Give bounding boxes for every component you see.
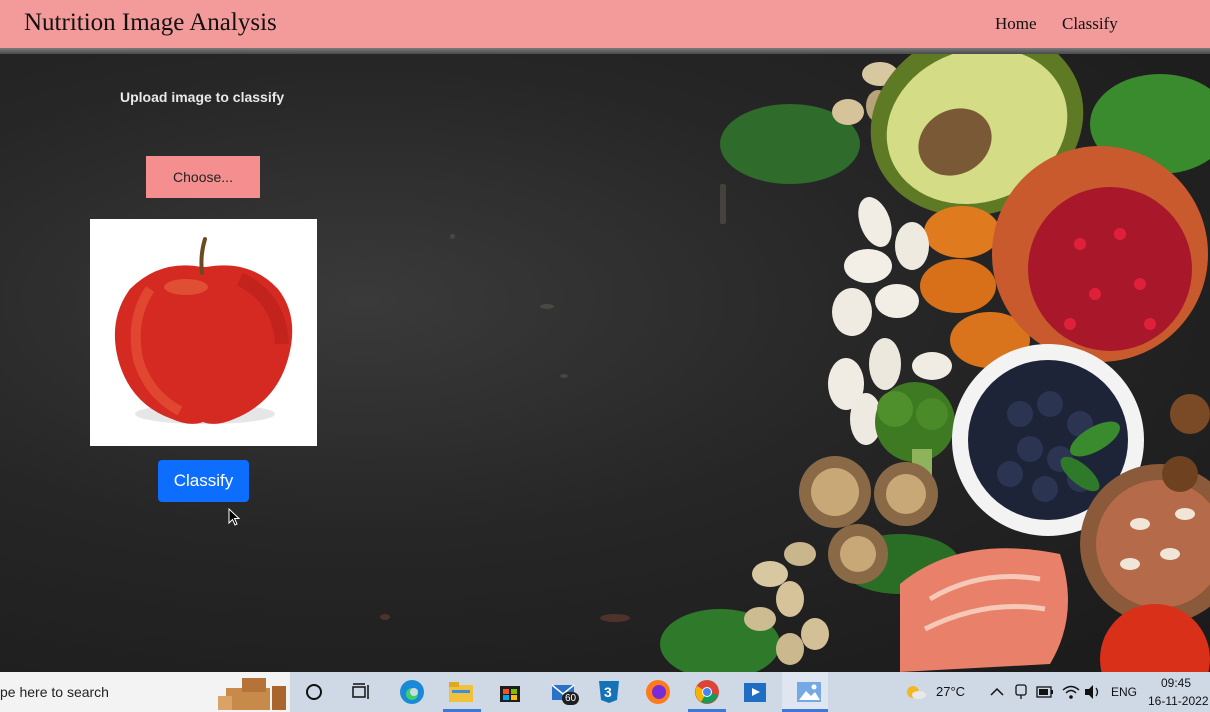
nav-home-link[interactable]: Home bbox=[995, 14, 1037, 34]
pistachio bbox=[776, 581, 804, 617]
dried-apricot bbox=[920, 259, 996, 313]
white-bean bbox=[844, 249, 892, 283]
pistachio bbox=[744, 607, 776, 631]
chevron-up-icon[interactable] bbox=[990, 687, 1004, 697]
weather-temperature[interactable]: 27°C bbox=[936, 684, 965, 699]
wifi-icon[interactable] bbox=[1062, 684, 1080, 700]
language-indicator[interactable]: ENG bbox=[1111, 685, 1137, 699]
dried-apricot bbox=[924, 206, 1000, 258]
white-bean bbox=[858, 197, 892, 247]
weather-icon[interactable] bbox=[905, 683, 927, 701]
volume-icon[interactable] bbox=[1084, 684, 1102, 700]
upload-heading: Upload image to classify bbox=[120, 89, 285, 105]
pistachio bbox=[776, 633, 804, 665]
apple-image bbox=[114, 237, 293, 424]
pistachio bbox=[832, 99, 864, 125]
pistachio bbox=[784, 542, 816, 566]
mail-icon[interactable]: 60 bbox=[546, 678, 582, 706]
nav-classify-link[interactable]: Classify bbox=[1062, 14, 1118, 34]
app-title: Nutrition Image Analysis bbox=[24, 9, 277, 36]
white-bean bbox=[875, 284, 919, 318]
mail-badge: 60 bbox=[562, 692, 580, 705]
white-bean bbox=[832, 288, 872, 336]
mouse-cursor-icon bbox=[228, 508, 240, 526]
edge-browser-icon[interactable] bbox=[398, 678, 426, 706]
white-bean bbox=[912, 352, 952, 380]
clock-time[interactable]: 09:45 bbox=[1161, 676, 1191, 690]
pistachio bbox=[801, 618, 829, 650]
white-bean bbox=[895, 222, 929, 270]
pistachio bbox=[752, 561, 788, 587]
search-highlight-icon bbox=[218, 678, 286, 710]
choose-file-button[interactable]: Choose... bbox=[146, 156, 260, 198]
white-bean bbox=[869, 338, 901, 390]
file-explorer-icon[interactable] bbox=[447, 678, 475, 706]
classify-button[interactable]: Classify bbox=[158, 460, 249, 502]
chrome-icon[interactable] bbox=[693, 678, 721, 706]
video-editor-icon[interactable] bbox=[742, 678, 770, 706]
clock-date[interactable]: 16-11-2022 bbox=[1148, 694, 1209, 708]
search-placeholder: pe here to search bbox=[0, 684, 109, 700]
svg-text:3: 3 bbox=[604, 684, 612, 700]
task-view-icon[interactable] bbox=[348, 678, 376, 706]
meet-now-icon[interactable] bbox=[1014, 684, 1028, 700]
windows-taskbar: pe here to search 60 3 27°C ENG 09:45 16… bbox=[0, 672, 1210, 712]
taskbar-search-box[interactable]: pe here to search bbox=[0, 672, 290, 712]
top-navbar: Nutrition Image Analysis Home Classify bbox=[0, 0, 1210, 48]
image-preview bbox=[90, 219, 317, 446]
microsoft-store-icon[interactable] bbox=[496, 678, 524, 706]
hazelnut bbox=[1170, 394, 1210, 434]
photos-active-highlight bbox=[782, 672, 828, 712]
firefox-icon[interactable] bbox=[644, 678, 672, 706]
css3-app-icon[interactable]: 3 bbox=[595, 678, 623, 706]
cortana-icon[interactable] bbox=[300, 678, 328, 706]
hazelnut bbox=[1162, 456, 1198, 492]
battery-icon[interactable] bbox=[1036, 686, 1054, 698]
